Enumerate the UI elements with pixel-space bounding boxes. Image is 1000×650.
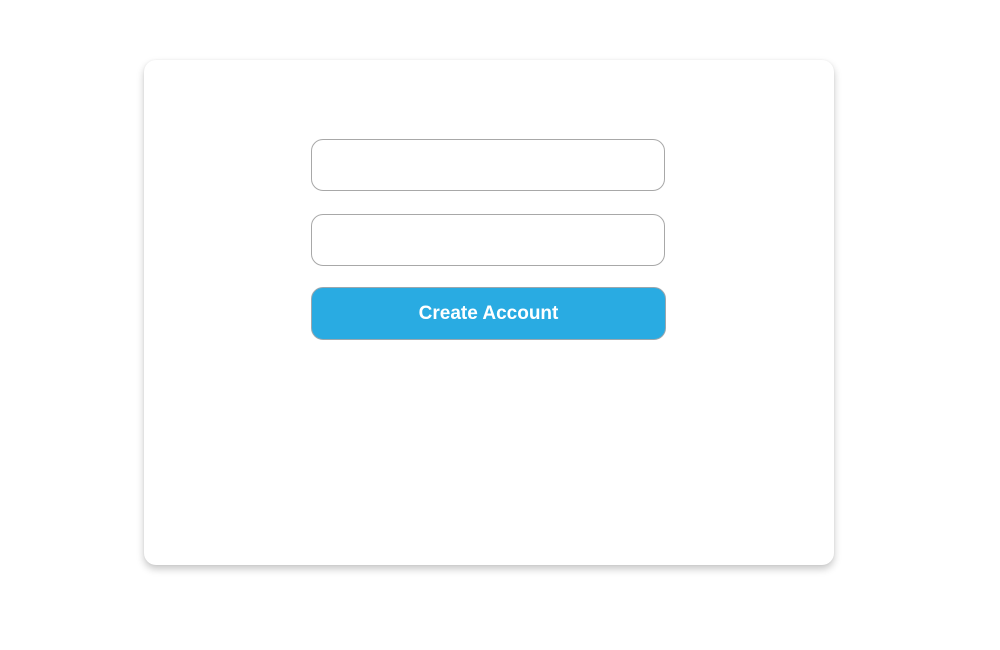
- create-account-button[interactable]: Create Account: [311, 287, 666, 340]
- signup-card: Create Account: [144, 60, 834, 565]
- first-input-field[interactable]: [311, 139, 665, 191]
- page: Create Account: [0, 0, 1000, 650]
- second-input-field[interactable]: [311, 214, 665, 266]
